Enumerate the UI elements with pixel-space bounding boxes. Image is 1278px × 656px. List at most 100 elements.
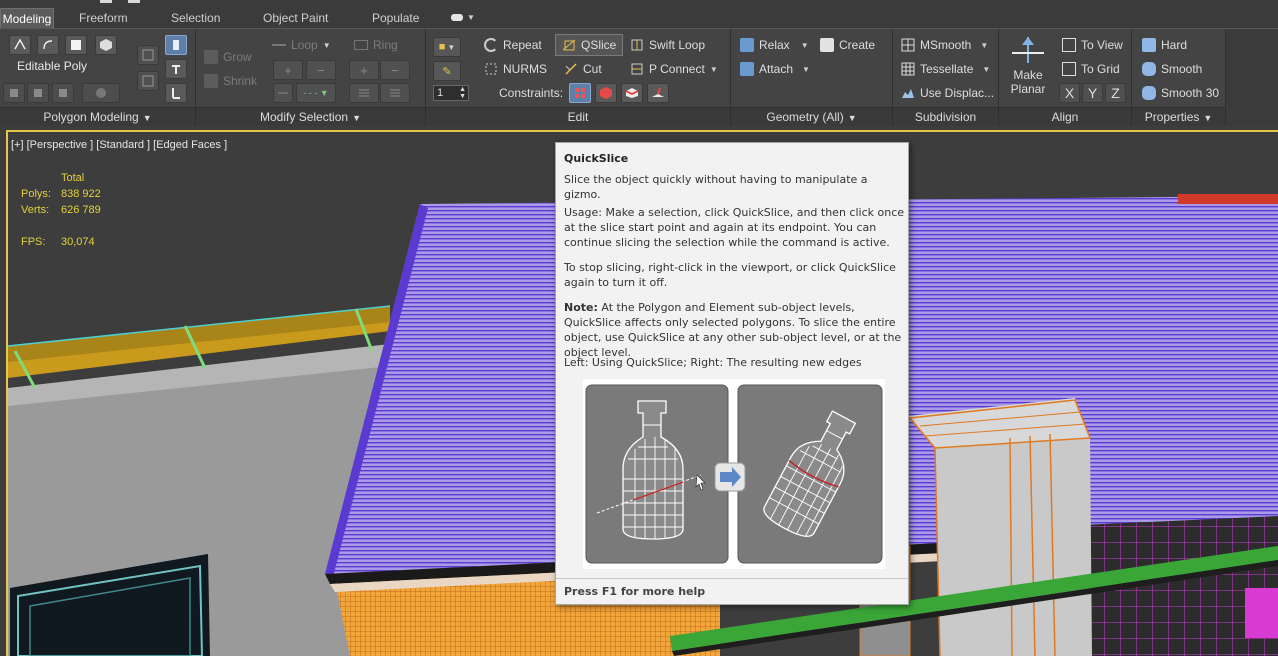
p-connect-button[interactable]: P Connect ▼: [630, 59, 718, 79]
displacement-icon: [901, 86, 915, 100]
qslice-icon: [562, 38, 576, 52]
properties-footer[interactable]: Properties ▼: [1132, 107, 1225, 127]
constraint-normal-button[interactable]: [647, 83, 669, 103]
align-footer[interactable]: Align: [999, 107, 1131, 127]
to-grid-button[interactable]: To Grid: [1062, 59, 1120, 79]
tooltip-stop: To stop slicing, right-click in the view…: [564, 261, 896, 289]
caret-down-icon: ▼: [982, 64, 991, 74]
modify-selection-footer[interactable]: Modify Selection ▼: [196, 107, 425, 127]
ribbon-options-dropdown[interactable]: ▼: [451, 8, 475, 28]
tooltip-note: Note: At the Polygon and Element sub-obj…: [564, 300, 906, 360]
to-grid-icon: [1062, 62, 1076, 76]
smooth-icon: [1142, 62, 1156, 76]
attach-label: Attach: [759, 62, 794, 76]
align-x-label: X: [1064, 85, 1075, 101]
cut-button[interactable]: Cut: [564, 59, 602, 79]
tooltip-summary: Slice the object quickly without having …: [564, 173, 868, 201]
tab-populate[interactable]: Populate: [372, 8, 419, 28]
subdivision-footer-label: Subdivision: [914, 110, 977, 124]
msmooth-label: MSmooth: [920, 38, 972, 52]
tooltip-caption: Left: Using QuickSlice; Right: The resul…: [564, 356, 862, 369]
repeat-button[interactable]: Repeat: [484, 35, 542, 55]
use-displacement-button[interactable]: Use Displac...: [901, 83, 994, 103]
tab-object-paint[interactable]: Object Paint: [263, 8, 328, 28]
qslice-button[interactable]: QSlice: [555, 34, 624, 56]
preserve-uv-dropdown[interactable]: ■ ▼: [433, 37, 461, 57]
stack-mode-button[interactable]: [52, 83, 74, 103]
use-soft-selection-button[interactable]: [165, 35, 187, 55]
constraint-none-button[interactable]: [569, 83, 591, 103]
geometry-all-footer[interactable]: Geometry (All) ▼: [731, 107, 892, 127]
ring-mode-button-a[interactable]: [349, 83, 379, 103]
ring-grow-button[interactable]: +: [349, 60, 379, 80]
pin-stack-button[interactable]: [165, 59, 187, 79]
loop-grow-button[interactable]: +: [273, 60, 303, 80]
pick-mode-button[interactable]: [27, 83, 49, 103]
caret-down-icon: ▼: [709, 64, 718, 74]
to-view-button[interactable]: To View: [1062, 35, 1123, 55]
viewport-label[interactable]: [+] [Perspective ] [Standard ] [Edged Fa…: [11, 139, 227, 151]
relax-button[interactable]: Relax ▼: [740, 35, 809, 55]
align-y-button[interactable]: Y: [1082, 83, 1103, 103]
hard-button[interactable]: Hard: [1142, 35, 1187, 55]
cage-icon: [142, 49, 154, 61]
edge-mode-button[interactable]: [37, 35, 59, 55]
make-planar-button[interactable]: Make Planar: [1008, 35, 1048, 101]
loop-mode-button[interactable]: [273, 83, 293, 103]
shrink-button[interactable]: Shrink: [204, 71, 257, 91]
smooth-button[interactable]: Smooth: [1142, 59, 1202, 79]
polygon-modeling-footer[interactable]: Polygon Modeling ▼: [0, 107, 195, 127]
tooltip-note-text: At the Polygon and Element sub-object le…: [564, 301, 902, 359]
nurms-button[interactable]: NURMS: [484, 59, 547, 79]
collapse-icon: [172, 88, 180, 99]
msmooth-button[interactable]: MSmooth ▼: [901, 35, 988, 55]
tab-selection[interactable]: Selection: [171, 8, 220, 28]
caret-down-icon: ▼: [142, 113, 152, 123]
border-mode-button[interactable]: [65, 35, 87, 55]
tessellate-button[interactable]: Tessellate ▼: [901, 59, 990, 79]
vertex-icon: [14, 38, 26, 50]
ring-button[interactable]: Ring: [354, 35, 398, 55]
show-cage-button[interactable]: [137, 45, 159, 65]
minus-icon: −: [391, 62, 399, 78]
viewport-statistics: Total Polys: 838 922 Verts: 626 789 FPS: 30…: [21, 170, 121, 250]
brush-icon: ✎: [442, 65, 452, 78]
ring-shrink-button[interactable]: −: [380, 60, 410, 80]
constraint-edge-button[interactable]: [595, 83, 617, 103]
create-label: Create: [839, 38, 876, 52]
caret-down-icon: ▼: [980, 40, 989, 50]
loop-label: Loop: [291, 38, 318, 52]
caret-down-icon: ▼: [802, 64, 810, 74]
grow-button[interactable]: Grow: [204, 47, 252, 67]
tab-freeform[interactable]: Freeform: [79, 8, 128, 28]
preview-toggle-button[interactable]: [82, 83, 120, 103]
to-grid-label: To Grid: [1081, 62, 1120, 76]
plus-icon: +: [360, 62, 368, 78]
align-x-button[interactable]: X: [1059, 83, 1080, 103]
edit-footer[interactable]: Edit: [426, 107, 730, 127]
to-view-label: To View: [1081, 38, 1123, 52]
tab-modeling[interactable]: Modeling: [0, 8, 54, 28]
tweak-uv-button[interactable]: ✎: [433, 61, 461, 81]
loop-button[interactable]: Loop ▼: [272, 35, 331, 55]
vertex-mode-button[interactable]: [9, 35, 31, 55]
dot-loop-dropdown[interactable]: - - - ▼: [296, 83, 336, 103]
ignore-backfacing-button[interactable]: [137, 71, 159, 91]
loop-mode-icon: [278, 92, 288, 94]
preserve-uv-spinner[interactable]: 1 ▲ ▼: [433, 85, 469, 101]
stats-header: Total: [61, 172, 85, 184]
tessellate-label: Tessellate: [920, 62, 974, 76]
smooth-30-button[interactable]: Smooth 30: [1142, 83, 1219, 103]
subdivision-footer[interactable]: Subdivision: [893, 107, 998, 127]
loop-shrink-button[interactable]: −: [306, 60, 336, 80]
polygon-mode-button[interactable]: [95, 35, 117, 55]
create-button[interactable]: Create: [820, 35, 875, 55]
ring-mode-button-b[interactable]: [380, 83, 410, 103]
swift-loop-button[interactable]: Swift Loop: [630, 35, 705, 55]
align-z-button[interactable]: Z: [1105, 83, 1126, 103]
modify-mode-button[interactable]: [3, 83, 25, 103]
constraint-face-button[interactable]: [621, 83, 643, 103]
attach-button[interactable]: Attach ▼: [740, 59, 810, 79]
collapse-stack-button[interactable]: [165, 83, 187, 103]
spinner-value: 1: [437, 87, 444, 99]
